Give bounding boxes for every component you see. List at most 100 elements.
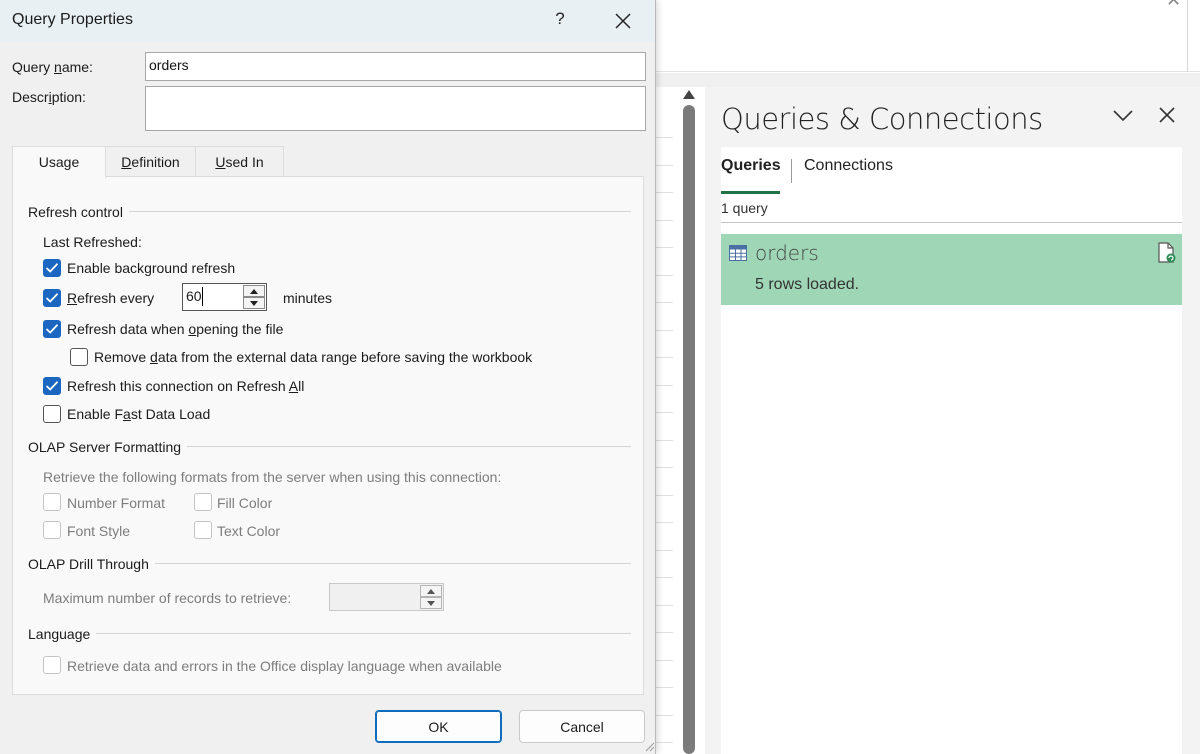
grid-line: [656, 412, 674, 413]
dialog-title: Query Properties: [12, 11, 133, 28]
query-properties-dialog: Query Properties ? Query name: orders De…: [0, 0, 656, 754]
ribbon-area: [655, 0, 1200, 72]
cancel-button[interactable]: Cancel: [519, 710, 645, 743]
olap-formatting-heading: OLAP Server Formatting: [28, 439, 188, 455]
chevron-down-icon[interactable]: [1111, 105, 1135, 125]
accelerator-key: U: [215, 154, 226, 170]
grid-line: [656, 467, 674, 468]
description-label: Description:: [12, 89, 86, 105]
tab-definition[interactable]: Definition: [105, 146, 196, 177]
grid-line: [656, 687, 674, 688]
label-part: ame:: [61, 59, 93, 75]
stepper-up-button[interactable]: [243, 285, 265, 297]
queries-connections-pane: Queries & Connections Queries Connection…: [705, 87, 1200, 754]
close-icon[interactable]: [1157, 105, 1177, 125]
query-name-input[interactable]: orders: [145, 52, 646, 81]
refresh-all-checkbox[interactable]: [43, 377, 61, 395]
max-records-stepper[interactable]: [329, 583, 444, 611]
fill-color-checkbox[interactable]: [194, 493, 212, 511]
fast-data-load-checkbox[interactable]: [43, 405, 61, 423]
divider: [721, 222, 1182, 223]
usage-tab-panel: Refresh control Last Refreshed: Enable b…: [12, 176, 644, 695]
grid-line: [656, 220, 674, 221]
grid-line: [656, 357, 674, 358]
label-part: st Data Load: [130, 406, 211, 422]
tab-label: sed In: [225, 154, 264, 170]
scrollbar-thumb[interactable]: [683, 105, 695, 754]
tab-queries[interactable]: Queries: [721, 155, 781, 177]
grid-line: [656, 165, 674, 166]
fast-data-load-label: Enable Fast Data Load: [67, 406, 210, 422]
scroll-up-icon[interactable]: [683, 90, 695, 99]
text-caret: [202, 287, 203, 306]
refresh-interval-value[interactable]: 60: [186, 288, 202, 304]
text-color-label: Text Color: [217, 523, 281, 539]
document-refresh-icon[interactable]: [1157, 242, 1177, 264]
refresh-every-checkbox[interactable]: [43, 289, 61, 307]
query-count: 1 query: [721, 200, 768, 216]
label-part: Refresh this connection on Refresh: [67, 378, 289, 394]
grid-line: [656, 660, 674, 661]
accelerator-key: d: [150, 349, 158, 365]
office-language-label: Retrieve data and errors in the Office d…: [67, 658, 502, 674]
font-style-checkbox[interactable]: [43, 521, 61, 539]
stepper-down-button[interactable]: [420, 597, 442, 609]
grid-line: [656, 247, 674, 248]
remove-data-checkbox[interactable]: [70, 348, 88, 366]
help-button[interactable]: ?: [550, 9, 570, 33]
label-part: Enable back: [67, 260, 145, 276]
pane-body: Queries Connections 1 query orders 5 row…: [721, 147, 1182, 754]
worksheet-grid[interactable]: [655, 110, 674, 754]
text-color-checkbox[interactable]: [194, 521, 212, 539]
dialog-titlebar[interactable]: Query Properties ?: [0, 0, 655, 42]
tab-connections[interactable]: Connections: [804, 155, 893, 177]
background-refresh-checkbox[interactable]: [43, 259, 61, 277]
close-icon[interactable]: [612, 10, 634, 32]
label-part: Descr: [12, 89, 49, 105]
refresh-all-label: Refresh this connection on Refresh All: [67, 378, 304, 394]
grid-line: [656, 440, 674, 441]
accelerator-key: n: [54, 59, 62, 75]
stepper-down-button[interactable]: [243, 297, 265, 309]
tab-label: Usa: [38, 154, 64, 170]
grid-line: [656, 330, 674, 331]
arrow-down-icon: [250, 301, 258, 306]
stepper-up-button[interactable]: [420, 585, 442, 597]
pane-tabs: Queries Connections: [721, 155, 1182, 194]
label-part: round refresh: [151, 260, 236, 276]
label-part: pening the file: [196, 321, 284, 337]
office-language-checkbox[interactable]: [43, 656, 61, 674]
formula-bar-gap: [655, 73, 1200, 87]
ok-button[interactable]: OK: [375, 710, 502, 743]
background-close-icon[interactable]: ✕: [1166, 0, 1181, 11]
accelerator-key: g: [144, 260, 152, 276]
accelerator-key: a: [123, 406, 131, 422]
font-style-label: Font Style: [67, 523, 131, 539]
grid-line: [656, 632, 674, 633]
accelerator-key: A: [288, 378, 299, 394]
refresh-every-label: Refresh every: [67, 290, 154, 306]
refresh-interval-stepper[interactable]: 60: [182, 283, 267, 311]
label-part: ll: [298, 378, 305, 394]
description-input[interactable]: [145, 86, 646, 131]
number-format-checkbox[interactable]: [43, 493, 61, 511]
tab-usage[interactable]: Usage: [12, 146, 106, 178]
tab-used-in[interactable]: Used In: [195, 146, 284, 177]
arrow-up-icon: [250, 289, 258, 294]
grid-line: [656, 715, 674, 716]
resize-grip-icon[interactable]: [643, 740, 655, 752]
label-part: Remove: [94, 349, 151, 365]
stepper-buttons: [420, 585, 442, 609]
max-records-label: Maximum number of records to retrieve:: [43, 590, 292, 606]
grid-line: [656, 137, 674, 138]
table-icon: [729, 245, 747, 261]
query-item-orders[interactable]: orders 5 rows loaded.: [721, 234, 1182, 305]
label-part: ata from the external data range before …: [157, 349, 533, 365]
ribbon-edge: [1187, 0, 1188, 72]
olap-drill-heading: OLAP Drill Through: [28, 556, 155, 572]
query-item-status: 5 rows loaded.: [755, 276, 860, 293]
query-item-name: orders: [755, 241, 819, 265]
last-refreshed-label: Last Refreshed:: [43, 234, 142, 250]
refresh-on-open-checkbox[interactable]: [43, 320, 61, 338]
vertical-scrollbar[interactable]: [673, 87, 705, 754]
